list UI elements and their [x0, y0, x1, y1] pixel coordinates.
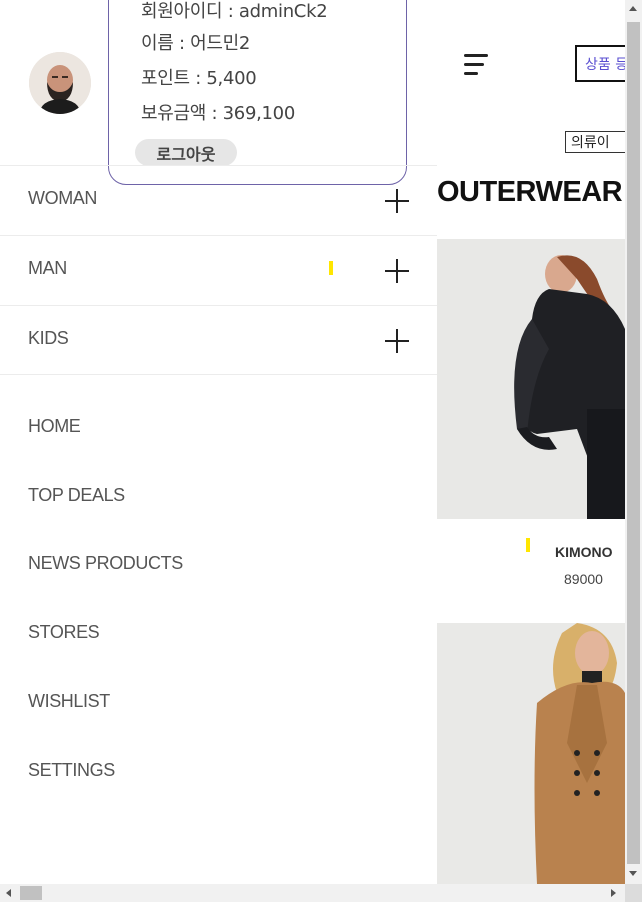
scroll-left-icon[interactable] — [6, 889, 11, 897]
category-row-kids[interactable]: KIDS — [0, 305, 437, 375]
avatar[interactable] — [29, 52, 91, 114]
scrollbar-corner — [625, 884, 642, 902]
page-title: OUTERWEAR — [437, 176, 623, 208]
plus-icon[interactable] — [385, 189, 409, 213]
side-drawer: 회원아이디 : adminCk2 이름 : 어드민2 포인트 : 5,400 보… — [0, 0, 437, 884]
product-image-kimono[interactable] — [437, 239, 625, 519]
plus-icon[interactable] — [385, 259, 409, 283]
member-id: 회원아이디 : adminCk2 — [141, 1, 328, 22]
product-image-coat[interactable] — [437, 623, 625, 884]
menu-item-news-products[interactable]: NEWS PRODUCTS — [28, 553, 183, 574]
clothing-filter-button[interactable]: 의류이 — [565, 131, 625, 153]
member-balance: 보유금액 : 369,100 — [141, 103, 295, 124]
scroll-down-icon[interactable] — [629, 871, 637, 876]
category-label: WOMAN — [28, 188, 97, 208]
category-label: KIDS — [28, 328, 69, 348]
product-price: 89000 — [564, 571, 603, 587]
menu-item-home[interactable]: HOME — [28, 416, 81, 437]
member-points: 포인트 : 5,400 — [141, 68, 257, 89]
plus-icon[interactable] — [385, 329, 409, 353]
horizontal-scroll-thumb[interactable] — [20, 886, 42, 900]
category-row-man[interactable]: MAN — [0, 235, 437, 305]
menu-item-stores[interactable]: STORES — [28, 622, 100, 643]
profile-card: 회원아이디 : adminCk2 이름 : 어드민2 포인트 : 5,400 보… — [108, 0, 407, 185]
hamburger-menu-icon[interactable] — [464, 54, 488, 76]
product-name[interactable]: KIMONO — [555, 544, 613, 560]
menu-item-wishlist[interactable]: WISHLIST — [28, 691, 110, 712]
category-label: MAN — [28, 258, 67, 278]
highlight-marker — [329, 261, 333, 275]
product-register-button[interactable]: 상품 등록 — [575, 45, 625, 82]
highlight-marker — [526, 538, 530, 552]
main-content: 상품 등록 의류이 OUTERWEAR KIMONO 89000 — [437, 0, 625, 884]
vertical-scroll-thumb[interactable] — [627, 22, 640, 864]
menu-item-top-deals[interactable]: TOP DEALS — [28, 485, 125, 506]
scroll-right-icon[interactable] — [611, 889, 616, 897]
member-name: 이름 : 어드민2 — [141, 33, 251, 54]
menu-item-settings[interactable]: SETTINGS — [28, 760, 115, 781]
logout-button[interactable]: 로그아웃 — [135, 139, 237, 166]
vertical-scrollbar[interactable] — [625, 0, 642, 884]
horizontal-scrollbar[interactable] — [0, 884, 625, 902]
category-row-woman[interactable]: WOMAN — [0, 165, 437, 235]
scroll-up-icon[interactable] — [629, 6, 637, 11]
